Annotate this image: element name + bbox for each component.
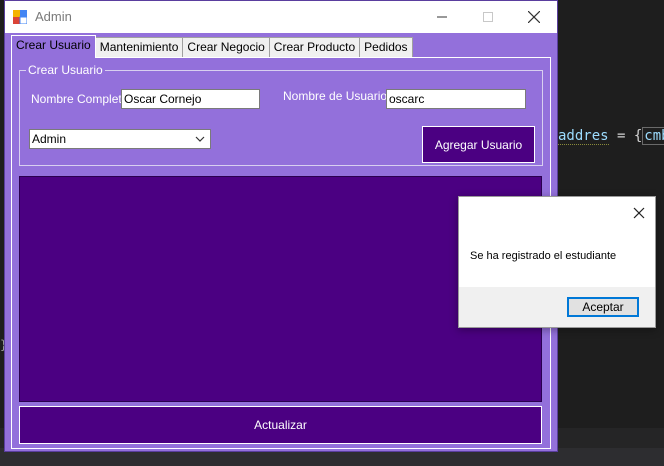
message-box: Se ha registrado el estudiante Aceptar — [458, 196, 656, 328]
close-icon[interactable] — [631, 205, 647, 221]
tab-pedidos[interactable]: Pedidos — [359, 37, 413, 57]
message-text: Se ha registrado el estudiante — [470, 250, 617, 262]
tab-crear-producto[interactable]: Crear Producto — [268, 37, 361, 57]
tab-strip: Crear Usuario Mantenimiento Crear Negoci… — [11, 35, 413, 58]
tab-crear-negocio[interactable]: Crear Negocio — [182, 37, 270, 57]
title-bar[interactable]: Admin — [5, 1, 557, 33]
role-select[interactable]: Admin — [29, 129, 211, 149]
group-title: Crear Usuario — [26, 63, 105, 77]
chevron-down-icon — [195, 136, 205, 142]
code-identifier: addres — [558, 128, 609, 145]
tab-crear-usuario[interactable]: Crear Usuario — [11, 35, 96, 58]
tab-mantenimiento[interactable]: Mantenimiento — [94, 37, 184, 57]
full-name-label: Nombre Completo: — [31, 92, 132, 106]
close-icon — [528, 11, 540, 23]
add-user-button[interactable]: Agregar Usuario — [422, 126, 535, 163]
minimize-icon — [437, 16, 447, 18]
maximize-icon — [483, 12, 493, 22]
role-select-value: Admin — [32, 132, 67, 146]
username-field[interactable]: oscarc — [386, 89, 526, 109]
ok-button[interactable]: Aceptar — [567, 297, 639, 317]
minimize-button[interactable] — [419, 1, 465, 33]
maximize-button[interactable] — [465, 1, 511, 33]
username-label: Nombre de Usuario: — [283, 89, 391, 103]
code-operator: = { — [608, 128, 643, 144]
app-icon — [13, 10, 27, 24]
code-line: addres = {cmbD — [558, 127, 664, 145]
window-title: Admin — [35, 9, 72, 24]
message-footer: Aceptar — [459, 287, 655, 327]
close-button[interactable] — [511, 1, 557, 33]
update-button[interactable]: Actualizar — [19, 406, 542, 444]
code-variable: cmbD — [642, 127, 664, 145]
full-name-field[interactable]: Oscar Cornejo — [121, 89, 260, 109]
